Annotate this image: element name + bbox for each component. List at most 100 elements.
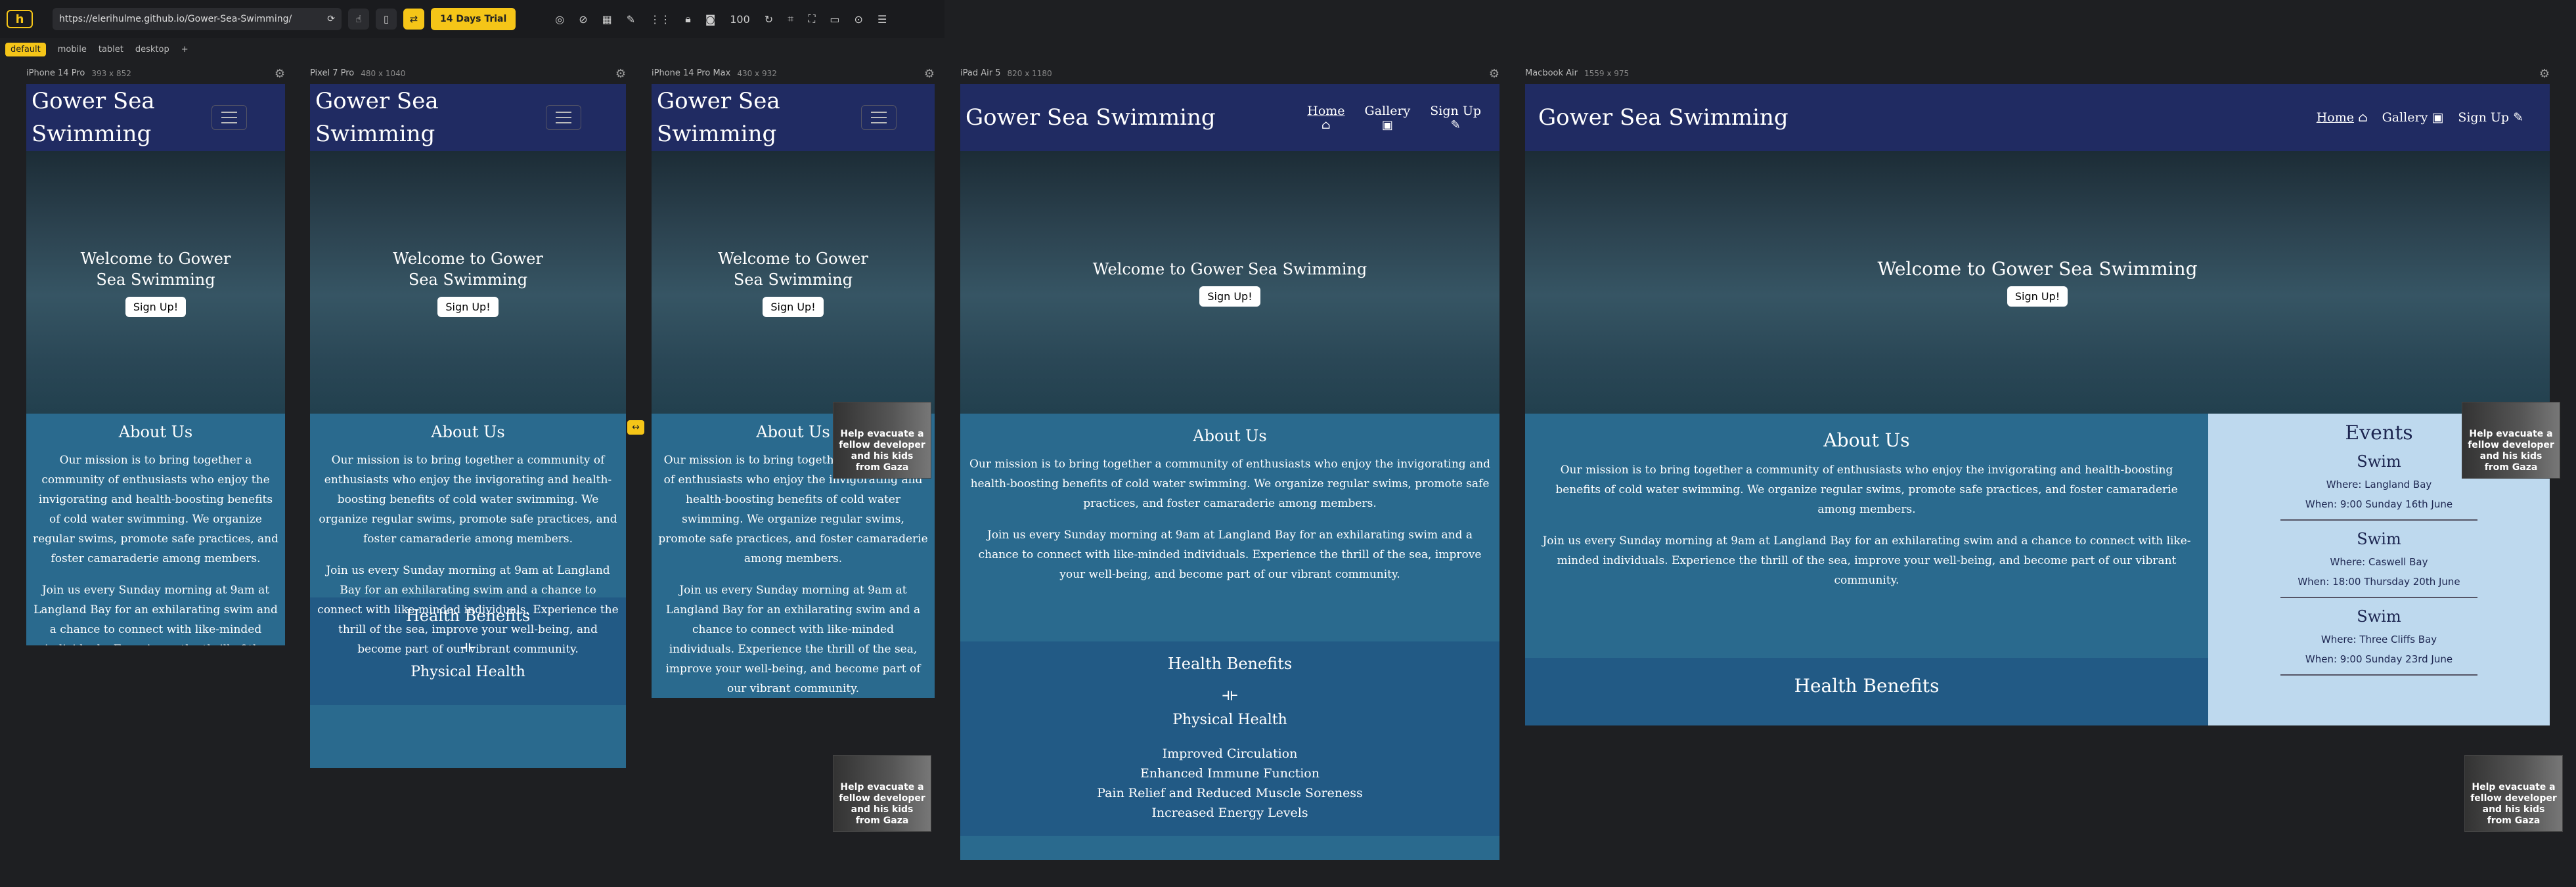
benefit-item: Enhanced Immune Function [1140, 766, 1320, 781]
title-line[interactable]: Swimming [315, 118, 439, 150]
device-label: iPad Air 5 820 x 1180 ⚙ [960, 67, 1499, 81]
health-section: Health Benefits ⟛ Physical Health Improv… [960, 641, 1499, 836]
play-icon[interactable]: ⊙ [855, 13, 863, 26]
gaza-ad-banner[interactable]: Help evacuate a fellow developer and his… [833, 402, 931, 479]
hero-signup-button[interactable]: Sign Up! [125, 296, 187, 317]
reload-icon[interactable]: ⟳ [327, 14, 335, 24]
main-column: About Us Our mission is to bring togethe… [1525, 414, 2208, 725]
hero-signup-button[interactable]: Sign Up! [437, 296, 499, 317]
app-logo[interactable]: h [7, 10, 33, 28]
event-when: When: 18:00 Thursday 20th June [2298, 576, 2460, 588]
url-bar[interactable]: https://elerihulme.github.io/Gower-Sea-S… [53, 8, 342, 30]
edit-icon[interactable]: ✎ [2513, 110, 2523, 125]
edit-icon[interactable]: ✎ [1430, 118, 1481, 132]
nav-label[interactable]: Home [2317, 110, 2354, 125]
tab-mobile[interactable]: mobile [58, 45, 87, 54]
event-when: When: 9:00 Sunday 16th June [2305, 498, 2453, 510]
url-text[interactable]: https://elerihulme.github.io/Gower-Sea-S… [59, 14, 292, 24]
about-section: About Us Our mission is to bring togethe… [1525, 414, 2208, 658]
hero-line: Sea Swimming [408, 270, 528, 289]
add-view-icon[interactable]: + [181, 45, 189, 54]
camera-icon[interactable]: ◙ [705, 13, 716, 26]
device-dim: 1559 x 975 [1584, 68, 1630, 78]
screenshot-icon[interactable]: ⌗ [788, 12, 793, 26]
tab-tablet[interactable]: tablet [99, 45, 123, 54]
dots-grid-icon[interactable]: ⋮⋮ [650, 13, 671, 26]
nav-label[interactable]: Home [1307, 104, 1344, 118]
title-line[interactable]: Gower Sea [32, 85, 155, 118]
menu-icon[interactable]: ☰ [877, 13, 887, 26]
compass-icon[interactable]: ◎ [555, 13, 564, 26]
nav-gallery[interactable]: Gallery ▣ [1365, 104, 1411, 132]
gaza-ad-banner[interactable]: Help evacuate a fellow developer and his… [2464, 755, 2563, 832]
nav-label[interactable]: Gallery [1365, 104, 1411, 118]
gear-icon[interactable]: ⚙ [615, 67, 626, 81]
trial-button[interactable]: 14 Days Trial [431, 8, 516, 30]
title-line[interactable]: Swimming [657, 118, 780, 150]
gaza-ad-banner[interactable]: Help evacuate a fellow developer and his… [2462, 402, 2560, 479]
site-title[interactable]: Gower Sea Swimming [657, 85, 780, 150]
image-icon[interactable]: ▣ [2432, 110, 2443, 125]
site-title[interactable]: Gower Sea Swimming [966, 101, 1216, 134]
event-where: Where: Three Cliffs Bay [2321, 634, 2437, 645]
nav-home[interactable]: Home ⌂ [2317, 110, 2368, 125]
phone-icon[interactable]: ▯ [376, 9, 397, 30]
lock-icon[interactable]: 🔒︎ [685, 12, 691, 26]
nav-label[interactable]: Sign Up [2458, 110, 2509, 125]
benefit-item: Improved Circulation [1162, 746, 1298, 761]
nav-home[interactable]: Home ⌂ [1307, 104, 1344, 132]
nav-signup[interactable]: Sign Up ✎ [2458, 110, 2523, 125]
tab-desktop[interactable]: desktop [135, 45, 169, 54]
home-icon[interactable]: ⌂ [1307, 118, 1344, 132]
health-section: Health Benefits [1525, 658, 2208, 725]
nav-label[interactable]: Sign Up [1430, 104, 1481, 118]
ruler-icon[interactable]: ✎ [627, 13, 635, 26]
image-icon[interactable]: ▣ [1365, 118, 1411, 132]
fullscreen-icon[interactable]: ⛶ [808, 12, 815, 26]
nav-menu: Home ⌂ Gallery ▣ Sign Up ✎ [2317, 110, 2523, 125]
hamburger-icon[interactable] [861, 105, 897, 130]
hamburger-icon[interactable] [211, 105, 247, 130]
zoom-level[interactable]: 100 [730, 13, 750, 26]
gear-icon[interactable]: ⚙ [2539, 67, 2550, 81]
title-line[interactable]: Gower Sea [657, 85, 780, 118]
site-header: Gower Sea Swimming [310, 84, 626, 151]
link-icon[interactable]: ⊘ [579, 13, 587, 26]
gear-icon[interactable]: ⚙ [924, 67, 935, 81]
hero-line: Sea Swimming [96, 270, 215, 289]
about-title: About Us [431, 423, 505, 441]
gaza-ad-banner[interactable]: Help evacuate a fellow developer and his… [833, 755, 931, 832]
site-title[interactable]: Gower Sea Swimming [32, 85, 155, 150]
about-paragraph: Our mission is to bring together a commu… [1555, 464, 2178, 516]
event-when: When: 9:00 Sunday 23rd June [2305, 653, 2453, 665]
hero-signup-button[interactable]: Sign Up! [2007, 286, 2068, 307]
nav-signup[interactable]: Sign Up ✎ [1430, 104, 1481, 132]
device-name: Pixel 7 Pro [310, 68, 355, 78]
nav-gallery[interactable]: Gallery ▣ [2382, 110, 2444, 125]
grid-icon[interactable]: ▦ [602, 13, 612, 26]
window-icon[interactable]: ▭ [830, 13, 839, 26]
about-section: About Us Our mission is to bring togethe… [960, 414, 1499, 641]
device-name: iPhone 14 Pro Max [652, 68, 731, 78]
hero-signup-button[interactable]: Sign Up! [763, 296, 824, 317]
site-title[interactable]: Gower Sea Swimming [315, 85, 439, 150]
rotate-icon[interactable]: ↻ [765, 13, 773, 26]
about-title: About Us [118, 423, 193, 441]
hamburger-icon[interactable] [546, 105, 581, 130]
tab-default[interactable]: default [5, 42, 46, 56]
sync-icon[interactable]: ⇄ [403, 9, 424, 30]
hero: Welcome to Gower Sea Swimming Sign Up! [960, 151, 1499, 414]
title-line[interactable]: Gower Sea [315, 85, 439, 118]
about-paragraph: Our mission is to bring together a commu… [319, 454, 617, 546]
benefit-item: Pain Relief and Reduced Muscle Soreness [1097, 786, 1363, 800]
title-line[interactable]: Swimming [32, 118, 155, 150]
nav-label[interactable]: Gallery [2382, 110, 2428, 125]
touch-icon[interactable]: ☝ [348, 9, 369, 30]
site-title[interactable]: Gower Sea Swimming [1538, 101, 1788, 134]
home-icon[interactable]: ⌂ [2358, 110, 2368, 125]
gear-icon[interactable]: ⚙ [275, 67, 285, 81]
hero-signup-button[interactable]: Sign Up! [1199, 286, 1260, 307]
about-paragraph: Our mission is to bring together a commu… [969, 458, 1491, 510]
gear-icon[interactable]: ⚙ [1489, 67, 1499, 81]
resize-handle-icon[interactable]: ↔ [627, 420, 644, 435]
